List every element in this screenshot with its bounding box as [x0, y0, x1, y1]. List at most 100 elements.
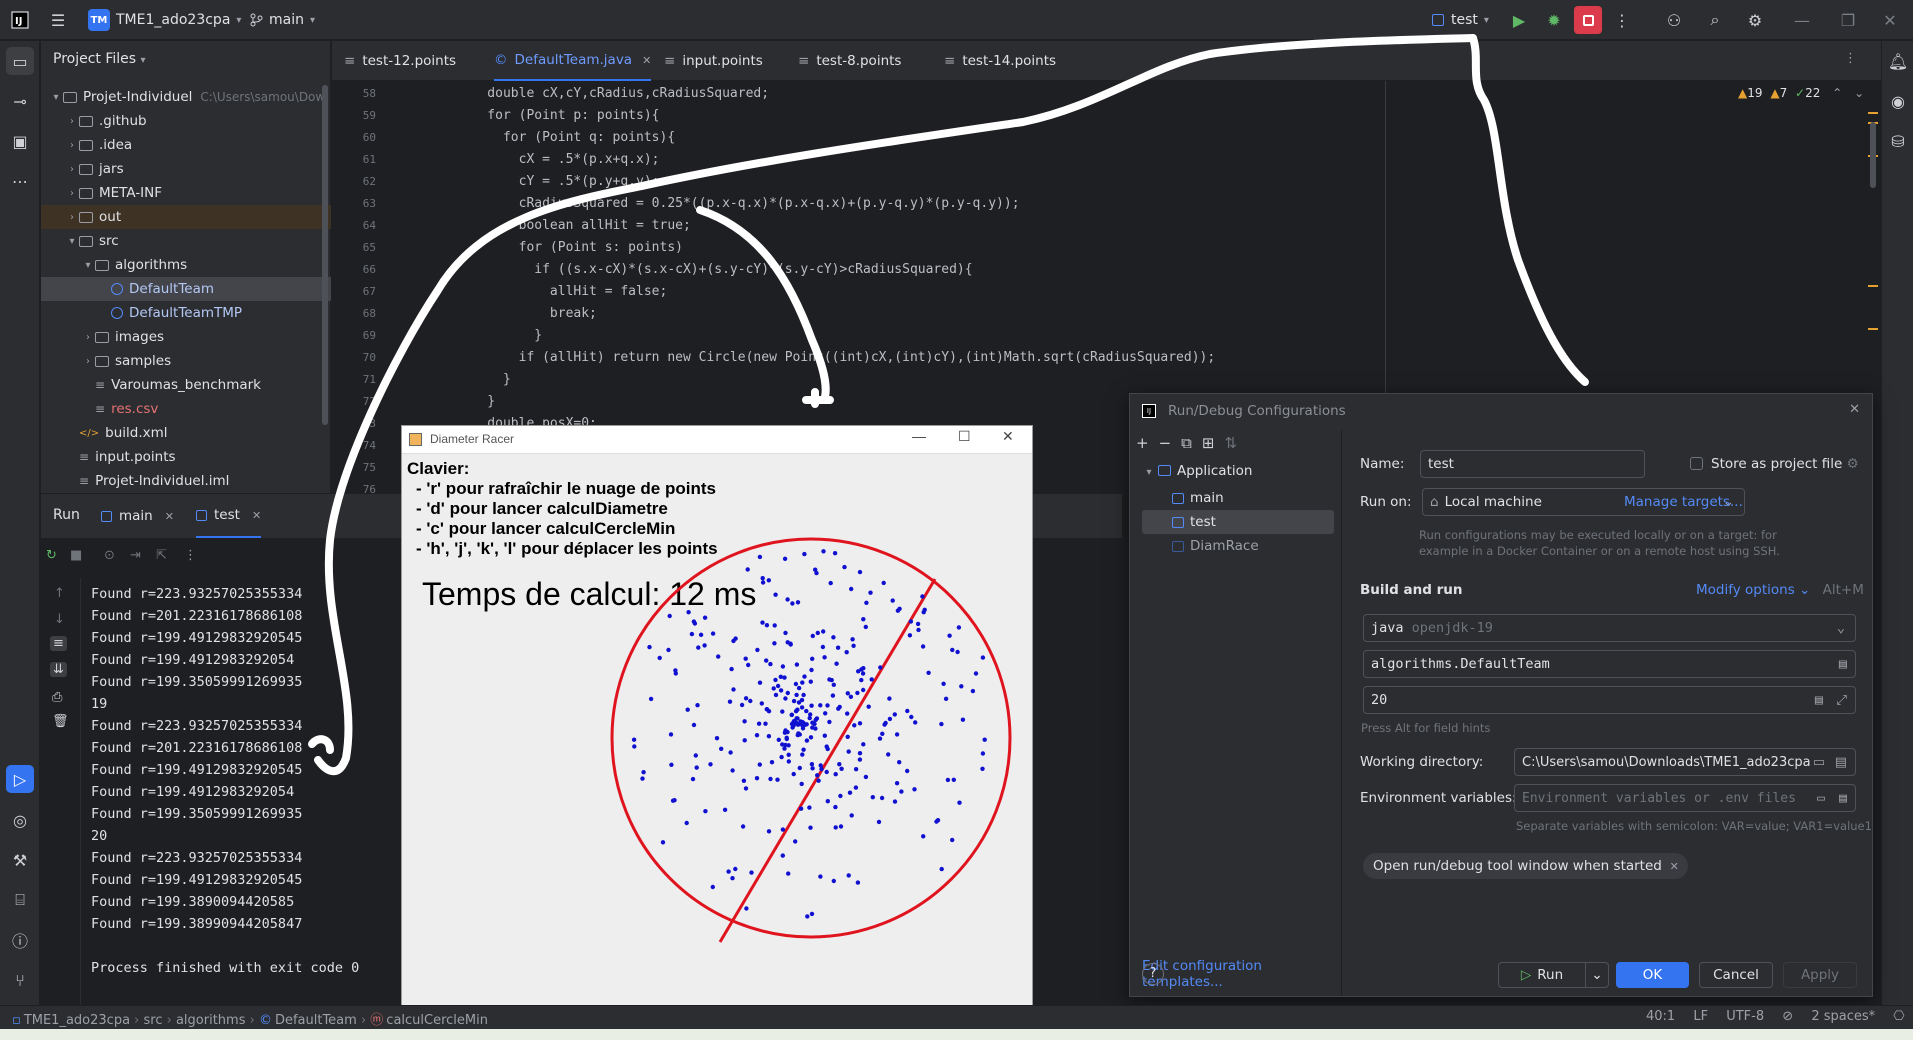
close-icon[interactable]: ✕: [1876, 6, 1904, 34]
close-icon[interactable]: ✕: [642, 54, 651, 67]
commit-icon[interactable]: ⊸: [6, 87, 34, 115]
more-icon[interactable]: ⋮: [184, 548, 197, 563]
export-icon[interactable]: ⇱: [156, 548, 167, 563]
chevron-up-icon[interactable]: ⌃: [1832, 86, 1842, 100]
editor-tab[interactable]: ≡ test-14.points: [944, 41, 1056, 81]
code-line[interactable]: }: [456, 372, 511, 387]
chevron-right-icon[interactable]: ›: [65, 140, 79, 151]
scroll-to-end-icon[interactable]: ⇊: [50, 662, 67, 677]
chevron-down-icon[interactable]: ▾: [81, 260, 95, 271]
tree-item[interactable]: › images: [41, 325, 331, 349]
services-icon[interactable]: ◎: [6, 806, 34, 834]
run-dropdown-button[interactable]: ⌄: [1585, 962, 1609, 988]
print-icon[interactable]: ⎙: [52, 690, 62, 705]
breadcrumb-item[interactable]: calculCercleMin: [386, 1013, 488, 1028]
manage-targets-link[interactable]: Manage targets...: [1624, 494, 1743, 510]
env-vars-input[interactable]: Environment variables or .env files ▭ ▤: [1514, 784, 1856, 812]
sort-icon[interactable]: ⇅: [1224, 434, 1237, 452]
run-icon[interactable]: ▶: [1505, 6, 1533, 34]
name-input[interactable]: test: [1420, 450, 1645, 478]
arrow-down-icon[interactable]: ↓: [54, 612, 65, 627]
tree-item[interactable]: </> build.xml: [41, 421, 331, 445]
option-chip[interactable]: Open run/debug tool window when started ✕: [1363, 853, 1688, 879]
more-icon[interactable]: ⋮: [1608, 6, 1636, 34]
project-panel-title[interactable]: Project Files ▾: [53, 51, 146, 67]
add-user-icon[interactable]: ⚇: [1660, 6, 1688, 34]
restore-layout-icon[interactable]: ⇥: [130, 548, 141, 563]
point-cloud-canvas[interactable]: [402, 454, 1032, 1006]
editor-tab[interactable]: ≡ test-8.points: [798, 41, 901, 81]
line-separator[interactable]: LF: [1693, 1009, 1708, 1024]
terminal-icon[interactable]: ⌸: [6, 886, 34, 914]
editor-tab[interactable]: ≡ input.points: [664, 41, 763, 81]
breadcrumb-item[interactable]: DefaultTeam: [275, 1013, 357, 1028]
file-encoding[interactable]: UTF-8: [1726, 1009, 1764, 1024]
config-item[interactable]: main: [1142, 486, 1334, 510]
branch-selector[interactable]: main ▾: [249, 0, 315, 40]
code-line[interactable]: }: [456, 328, 542, 343]
editor-scrollbar[interactable]: [1870, 122, 1876, 188]
code-line[interactable]: cY = .5*(p.y+q.y);: [456, 174, 660, 189]
tree-item[interactable]: DefaultTeam: [41, 277, 331, 301]
apply-button[interactable]: Apply: [1783, 962, 1857, 988]
jdk-select[interactable]: java openjdk-19 ⌄: [1363, 614, 1856, 642]
tree-item[interactable]: › jars: [41, 157, 331, 181]
readonly-icon[interactable]: ⊘: [1782, 1009, 1793, 1024]
caret-position[interactable]: 40:1: [1646, 1009, 1675, 1024]
breadcrumb-item[interactable]: src: [144, 1013, 163, 1028]
problems-icon[interactable]: ⓘ: [6, 926, 34, 954]
close-icon[interactable]: ✕: [252, 509, 261, 522]
minimize-icon[interactable]: —: [1788, 6, 1816, 34]
tree-item[interactable]: › META-INF: [41, 181, 331, 205]
code-line[interactable]: cX = .5*(p.x+q.x);: [456, 152, 660, 167]
code-line[interactable]: if ((s.x-cX)*(s.x-cX)+(s.y-cY)*(s.y-cY)>…: [456, 262, 972, 277]
arrow-up-icon[interactable]: ↑: [54, 586, 65, 601]
run-tool-icon[interactable]: ▷: [6, 765, 34, 793]
code-line[interactable]: cRadiusSquared = 0.25*((p.x-q.x)*(p.x-q.…: [456, 196, 1020, 211]
run-tab[interactable]: test ✕: [196, 494, 262, 538]
add-icon[interactable]: +: [1136, 434, 1149, 452]
indent-setting[interactable]: 2 spaces*: [1811, 1009, 1875, 1024]
editor-tab[interactable]: ≡ test-12.points: [344, 41, 456, 81]
code-line[interactable]: boolean allHit = true;: [456, 218, 691, 233]
code-line[interactable]: break;: [456, 306, 597, 321]
database-icon[interactable]: ⛁: [1884, 127, 1912, 155]
tree-item[interactable]: › .idea: [41, 133, 331, 157]
breadcrumb-item[interactable]: algorithms: [176, 1013, 246, 1028]
checkbox[interactable]: [1690, 457, 1703, 470]
project-selector[interactable]: TM TME1_ado23cpa ▾: [88, 0, 241, 40]
run-tab[interactable]: main ✕: [101, 494, 174, 538]
cancel-button[interactable]: Cancel: [1699, 962, 1773, 988]
close-icon[interactable]: ✕: [1849, 402, 1860, 417]
settings-icon[interactable]: ⚙: [1741, 6, 1769, 34]
help-icon[interactable]: ?: [1142, 963, 1164, 985]
chevron-right-icon[interactable]: ›: [65, 212, 79, 223]
code-line[interactable]: for (Point s: points): [456, 240, 683, 255]
code-line[interactable]: for (Point p: points){: [456, 108, 659, 123]
tree-item[interactable]: › out: [41, 205, 331, 229]
maximize-icon[interactable]: ❐: [1834, 6, 1862, 34]
minimize-icon[interactable]: —: [912, 428, 926, 444]
git-icon[interactable]: ⑂: [6, 966, 34, 994]
copy-icon[interactable]: ⧉: [1181, 434, 1192, 452]
main-menu-icon[interactable]: ☰: [44, 6, 72, 34]
folder-icon[interactable]: ⊞: [1202, 434, 1215, 452]
modify-options-link[interactable]: Modify options ⌄ Alt+M: [1696, 582, 1864, 598]
tree-item[interactable]: ▾ src: [41, 229, 331, 253]
code-line[interactable]: if (allHit) return new Circle(new Point(…: [456, 350, 1216, 365]
chevron-right-icon[interactable]: ›: [65, 116, 79, 127]
structure-icon[interactable]: ▣: [6, 127, 34, 155]
more-tools-icon[interactable]: ⋯: [6, 167, 34, 195]
soft-wrap-icon[interactable]: ≡: [50, 636, 67, 651]
close-icon[interactable]: ✕: [1002, 428, 1014, 445]
maximize-icon[interactable]: ☐: [958, 428, 971, 445]
main-class-input[interactable]: algorithms.DefaultTeam ▤: [1363, 650, 1856, 678]
lock-icon[interactable]: ⎔: [1893, 1009, 1904, 1024]
debug-icon[interactable]: ✹: [1540, 6, 1568, 34]
run-button[interactable]: ▷ Run: [1498, 962, 1586, 988]
code-line[interactable]: }: [456, 394, 495, 409]
tree-item[interactable]: ≡ Projet-Individuel.iml: [41, 469, 331, 493]
tabs-more-icon[interactable]: ⋮: [1844, 51, 1857, 66]
ai-assistant-icon[interactable]: ◉: [1884, 87, 1912, 115]
chevron-down-icon[interactable]: ▾: [49, 92, 63, 103]
